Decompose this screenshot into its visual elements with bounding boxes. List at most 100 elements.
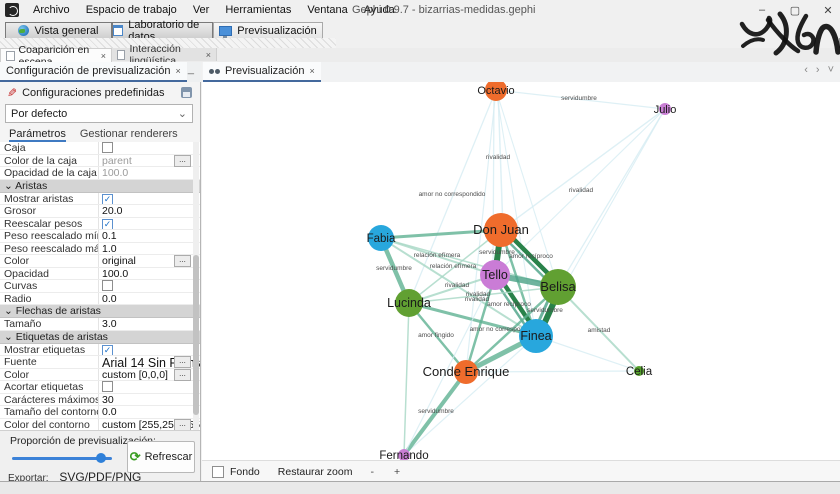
checkbox[interactable]: ✓ <box>102 194 113 205</box>
preview-canvas-svg[interactable]: servidumbrerivalidadamor no correspondid… <box>202 82 840 460</box>
property-label: Color del contorno <box>0 419 98 431</box>
property-label: Tamaño <box>0 318 98 330</box>
gephi-window: Archivo Espacio de trabajo Ver Herramien… <box>0 0 840 494</box>
graph-edge <box>404 336 536 455</box>
property-value[interactable] <box>98 381 200 393</box>
property-value[interactable]: 1.0 <box>98 243 200 255</box>
refrescar-button[interactable]: ⟳ Refrescar <box>127 441 195 473</box>
fondo-checkbox[interactable] <box>212 466 224 478</box>
property-table-scrollbar[interactable] <box>193 142 199 430</box>
edge-label: amor fingido <box>418 332 454 339</box>
property-row: Radio0.0 <box>0 293 200 306</box>
ellipsis-button[interactable]: ... <box>174 369 191 381</box>
property-table: CajaColor de la cajaparent...Opacidad de… <box>0 142 200 430</box>
property-value[interactable]: 0.0 <box>98 406 200 418</box>
tab-configuracion-previsualizacion[interactable]: Configuración de previsualización × <box>0 62 187 82</box>
menu-ventana[interactable]: Ventana <box>299 0 355 20</box>
property-row: Opacidad100.0 <box>0 268 200 281</box>
scroll-tabs-left-icon[interactable]: ‹ <box>804 64 808 76</box>
menu-espacio-de-trabajo[interactable]: Espacio de trabajo <box>78 0 185 20</box>
property-value[interactable]: ✓ <box>98 193 200 205</box>
checkbox[interactable] <box>102 280 113 291</box>
menu-archivo[interactable]: Archivo <box>25 0 78 20</box>
restaurar-zoom-button[interactable]: Restaurar zoom <box>278 466 353 478</box>
property-value[interactable]: 100.0 <box>98 268 200 280</box>
edge-label: amor recíproco <box>487 301 531 308</box>
close-window-icon[interactable]: ✕ <box>822 4 834 17</box>
monitor-icon <box>219 26 232 36</box>
tab-list-icon[interactable]: ˅ <box>828 64 834 76</box>
zoom-out-button[interactable]: - <box>370 466 374 478</box>
laboratorio-de-datos-button[interactable]: Laboratorio de datos <box>112 22 213 39</box>
section-header[interactable]: ⌄ Etiquetas de aristas <box>0 331 200 344</box>
property-row: Colororiginal... <box>0 255 200 268</box>
checkbox[interactable] <box>102 142 113 153</box>
workspace-tab-bar: Coaparición en escena × Interacción ling… <box>0 48 840 62</box>
property-row: Acortar etiquetas <box>0 381 200 394</box>
ellipsis-button[interactable]: ... <box>174 419 191 431</box>
property-value[interactable]: 0.0 <box>98 293 200 305</box>
previsualizacion-button[interactable]: Previsualización <box>213 22 323 39</box>
property-label: Radio <box>0 293 98 305</box>
tab-previsualizacion[interactable]: Previsualización × <box>203 62 321 82</box>
node-label: Celia <box>626 366 653 378</box>
tab-gestionar-renderers[interactable]: Gestionar renderers <box>80 128 178 143</box>
minimize-panel-icon[interactable]: _ <box>188 63 194 75</box>
property-row: Grosor20.0 <box>0 205 200 218</box>
preset-select[interactable]: Por defecto ⌄ <box>5 104 193 123</box>
workspace-tab-coaparicion[interactable]: Coaparición en escena × <box>0 48 112 62</box>
property-value[interactable]: 100.0 <box>98 167 200 179</box>
scrollbar-thumb[interactable] <box>193 255 199 415</box>
property-label: Mostrar aristas <box>0 193 98 205</box>
zoom-in-button[interactable]: + <box>394 466 400 478</box>
property-label: Fuente <box>0 356 98 368</box>
checkbox[interactable]: ✓ <box>102 345 113 356</box>
scroll-tabs-right-icon[interactable]: › <box>816 64 820 76</box>
section-header[interactable]: ⌄ Aristas <box>0 180 200 193</box>
preview-canvas[interactable]: servidumbrerivalidadamor no correspondid… <box>202 82 840 460</box>
ellipsis-button[interactable]: ... <box>174 356 191 368</box>
menu-herramientas[interactable]: Herramientas <box>217 0 299 20</box>
status-bar <box>0 481 840 494</box>
property-value[interactable]: 30 <box>98 394 200 406</box>
property-label: Color <box>0 369 98 381</box>
section-header[interactable]: ⌄ Flechas de aristas <box>0 305 200 318</box>
property-value[interactable]: 3.0 <box>98 318 200 330</box>
property-value[interactable]: 20.0 <box>98 205 200 217</box>
property-label: Curvas <box>0 280 98 292</box>
checkbox[interactable]: ✓ <box>102 219 113 230</box>
property-row: Color de la cajaparent... <box>0 155 200 168</box>
maximize-window-icon[interactable]: ▢ <box>789 4 801 17</box>
tab-parametros[interactable]: Parámetros <box>9 128 66 143</box>
close-tab-icon[interactable]: × <box>309 66 314 76</box>
preview-ratio-slider[interactable] <box>12 453 112 463</box>
edge-label: relación efímera <box>430 263 477 270</box>
menu-ver[interactable]: Ver <box>185 0 218 20</box>
property-value[interactable] <box>98 280 200 292</box>
node-label: Julio <box>654 104 677 116</box>
save-preset-icon[interactable] <box>181 87 192 98</box>
property-row: FuenteArial 14 Sin Formato... <box>0 356 200 369</box>
property-value[interactable]: ✓ <box>98 344 200 356</box>
slider-thumb[interactable] <box>96 453 106 463</box>
property-value[interactable] <box>98 142 200 154</box>
ellipsis-button[interactable]: ... <box>174 255 191 267</box>
node-label: Octavio <box>477 85 514 97</box>
ellipsis-button[interactable]: ... <box>174 155 191 167</box>
minimize-window-icon[interactable]: – <box>756 4 768 16</box>
refresh-icon: ⟳ <box>130 449 141 465</box>
close-tab-icon[interactable]: × <box>206 50 211 60</box>
close-tab-icon[interactable]: × <box>175 66 180 76</box>
workspace-tab-interaccion[interactable]: Interacción lingüística × <box>112 48 217 61</box>
property-value[interactable]: 0.1 <box>98 230 200 242</box>
property-value[interactable]: ✓ <box>98 218 200 230</box>
preview-tab-bar: Previsualización × ‹ › ˅ <box>202 62 840 83</box>
vista-general-button[interactable]: Vista general <box>5 22 112 39</box>
workspace-icon <box>6 51 15 61</box>
graph-edge <box>501 109 665 230</box>
close-tab-icon[interactable]: × <box>101 51 106 61</box>
property-row: Caja <box>0 142 200 155</box>
checkbox[interactable] <box>102 381 113 392</box>
edge-label: servidumbre <box>418 408 454 415</box>
edge-label: amor no correspondido <box>419 191 486 198</box>
